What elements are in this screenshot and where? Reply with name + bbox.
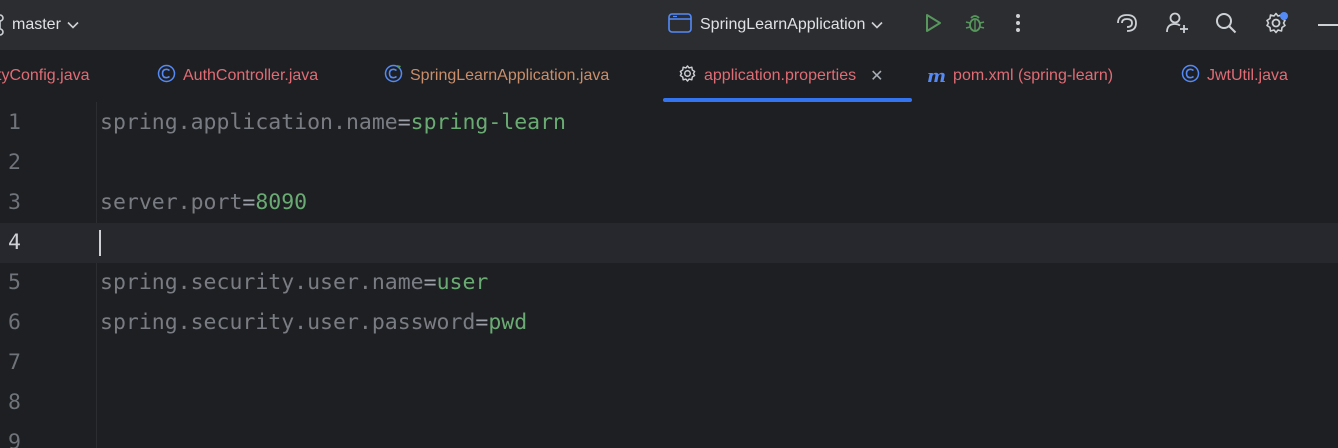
main-toolbar: master SpringLearnApplication: [0, 0, 1338, 50]
equals-sign: =: [397, 110, 411, 135]
chevron-down-icon: [67, 21, 79, 29]
code-line[interactable]: 2: [0, 143, 1338, 183]
property-key: spring.security.user.name: [100, 270, 424, 295]
current-line[interactable]: 4: [0, 223, 1338, 263]
close-icon[interactable]: ✕: [870, 66, 883, 86]
run-button[interactable]: [918, 10, 948, 40]
text-caret: [99, 230, 101, 256]
tab-label: tyConfig.java: [0, 67, 90, 84]
line-number: 1: [8, 110, 21, 135]
line-number: 2: [8, 150, 21, 175]
tab-jwt-util[interactable]: JwtUtil.java: [1181, 50, 1288, 102]
property-value: 8090: [255, 190, 308, 215]
code-line[interactable]: 6 spring.security.user.password=pwd: [0, 303, 1338, 343]
maven-icon: m: [927, 65, 947, 87]
property-value: user: [436, 270, 489, 295]
property-key: server.port: [100, 190, 243, 215]
line-number: 8: [8, 390, 21, 415]
line-number: 6: [8, 310, 21, 335]
code-line[interactable]: 1 spring.application.name=spring-learn: [0, 103, 1338, 143]
line-number: 9: [8, 430, 21, 448]
notification-badge: [1280, 12, 1288, 20]
property-value: spring-learn: [410, 110, 567, 135]
application-window-icon: [668, 12, 692, 38]
java-class-icon: [1181, 64, 1200, 88]
tab-application-properties[interactable]: application.properties ✕: [678, 50, 884, 102]
tab-label: application.properties: [704, 67, 857, 84]
code-line[interactable]: 5 spring.security.user.name=user: [0, 263, 1338, 303]
add-user-button[interactable]: [1162, 10, 1192, 40]
branch-icon: [0, 12, 8, 38]
property-value: pwd: [488, 310, 528, 335]
tab-security-config[interactable]: tyConfig.java: [0, 50, 90, 102]
gear-icon: [678, 64, 697, 88]
code-line[interactable]: 9: [0, 423, 1338, 448]
java-class-icon: [157, 64, 176, 88]
editor-tab-bar: tyConfig.java AuthController.java Spring…: [0, 50, 1338, 103]
property-key: spring.application.name: [100, 110, 398, 135]
ai-assistant-icon: [1115, 12, 1139, 39]
line-number: 7: [8, 350, 21, 375]
line-number: 3: [8, 190, 21, 215]
code-line[interactable]: 7: [0, 343, 1338, 383]
tab-spring-learn-application[interactable]: SpringLearnApplication.java: [384, 50, 609, 102]
play-icon: [924, 13, 942, 38]
equals-sign: =: [242, 190, 256, 215]
branch-label: master: [12, 16, 61, 33]
debug-button[interactable]: [960, 10, 990, 40]
tab-label: pom.xml (spring-learn): [953, 67, 1114, 84]
equals-sign: =: [423, 270, 437, 295]
property-key: spring.security.user.password: [100, 310, 476, 335]
add-user-icon: [1165, 11, 1189, 40]
code-line[interactable]: 8: [0, 383, 1338, 423]
equals-sign: =: [475, 310, 489, 335]
search-everywhere-button[interactable]: [1211, 10, 1241, 40]
line-number: 5: [8, 270, 21, 295]
vertical-dots-icon: [1015, 13, 1021, 38]
line-number: 4: [8, 230, 21, 255]
branch-selector[interactable]: master: [0, 0, 79, 50]
minimize-button[interactable]: [1318, 24, 1338, 26]
tab-label: SpringLearnApplication.java: [410, 67, 610, 84]
code-line[interactable]: 3 server.port=8090: [0, 183, 1338, 223]
bug-icon: [964, 12, 986, 39]
tab-label: JwtUtil.java: [1207, 67, 1288, 84]
chevron-down-icon: [871, 21, 884, 29]
tab-auth-controller[interactable]: AuthController.java: [157, 50, 318, 102]
search-icon: [1215, 12, 1237, 39]
spring-boot-class-icon: [384, 64, 403, 88]
ai-assistant-button[interactable]: [1112, 10, 1142, 40]
run-configuration-selector[interactable]: SpringLearnApplication: [668, 12, 884, 38]
tab-pom-xml[interactable]: m pom.xml (spring-learn): [927, 50, 1113, 102]
code-editor[interactable]: 1 spring.application.name=spring-learn 2…: [0, 102, 1338, 448]
tab-label: AuthController.java: [183, 67, 319, 84]
more-actions-button[interactable]: [1003, 10, 1033, 40]
run-configuration-label: SpringLearnApplication: [700, 16, 866, 33]
